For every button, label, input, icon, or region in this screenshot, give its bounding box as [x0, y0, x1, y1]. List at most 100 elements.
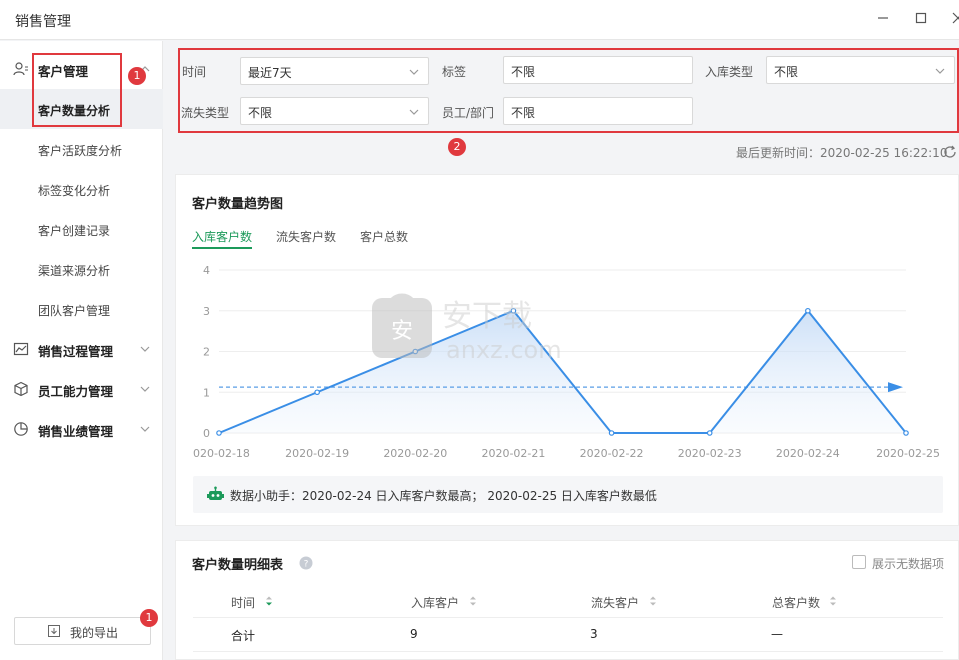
chevron-down-icon — [140, 386, 150, 392]
churn-type-filter-label: 流失类型 — [181, 106, 230, 120]
y-tick-label: 3 — [203, 305, 210, 318]
tag-filter-label: 标签 — [442, 65, 467, 79]
minimize-icon — [878, 17, 888, 19]
show-empty-checkbox[interactable] — [852, 555, 866, 569]
tab-stock-customers[interactable]: 入库客户数 — [192, 228, 252, 245]
sidebar-item-customer-activity[interactable]: 客户活跃度分析 — [0, 129, 163, 169]
x-tick-label: 2020-02-20 — [383, 447, 447, 460]
pie-icon — [14, 422, 28, 436]
user-icon — [13, 62, 28, 76]
svg-text:安下载: 安下载 — [442, 299, 532, 334]
column-header-total[interactable]: 总客户数 — [772, 594, 820, 611]
close-button[interactable] — [948, 10, 959, 30]
active-tab-indicator — [192, 247, 252, 249]
data-point — [706, 430, 713, 436]
tag-input-value: 不限 — [511, 65, 536, 79]
churn-type-select[interactable]: 不限 — [240, 97, 429, 125]
minimize-button[interactable] — [873, 10, 893, 30]
sidebar-item-label: 标签变化分析 — [38, 184, 111, 198]
table-header: 时间 入库客户 流失客户 总客户数 — [193, 585, 943, 618]
sidebar-item-team-customer[interactable]: 团队客户管理 — [0, 289, 163, 329]
refresh-icon[interactable] — [942, 144, 958, 160]
sidebar-group-label: 员工能力管理 — [38, 384, 114, 399]
chevron-down-icon — [140, 426, 150, 432]
x-tick-label: 2020-02-23 — [678, 447, 742, 460]
x-tick-label: 020-02-18 — [193, 447, 250, 460]
maximize-button[interactable] — [911, 10, 931, 30]
data-assistant-hint: 数据小助手：2020-02-24 日入库客户数最高； 2020-02-25 日入… — [193, 476, 943, 513]
x-tick-label: 2020-02-25 — [876, 447, 940, 460]
sort-icon[interactable] — [469, 595, 477, 607]
chevron-down-icon — [935, 68, 945, 74]
x-tick-label: 2020-02-21 — [481, 447, 545, 460]
sidebar-item-label: 客户活跃度分析 — [38, 144, 123, 158]
watermark-logo: 安 安下载 anxz.com — [372, 293, 562, 364]
y-tick-label: 2 — [203, 346, 210, 359]
y-tick-label: 0 — [203, 427, 210, 440]
svg-text:?: ? — [304, 560, 309, 570]
sidebar-item-tag-change[interactable]: 标签变化分析 — [0, 169, 163, 209]
cell-total: — — [771, 627, 783, 641]
help-icon[interactable]: ? — [299, 556, 313, 570]
last-updated-text: 最后更新时间：2020-02-25 16:22:10 — [736, 146, 948, 160]
sort-active-icon[interactable] — [265, 595, 273, 607]
staff-filter-label: 员工/部门 — [442, 106, 495, 120]
y-tick-label: 1 — [203, 386, 210, 399]
sidebar-group-label: 销售业绩管理 — [38, 424, 114, 439]
time-select[interactable]: 最近7天 — [240, 57, 429, 85]
svg-text:anxz.com: anxz.com — [446, 336, 562, 364]
sidebar-group-sales-process[interactable]: 销售过程管理 — [0, 329, 163, 369]
svg-text:安: 安 — [391, 319, 413, 344]
y-tick-label: 4 — [203, 264, 210, 277]
stock-type-filter-label: 入库类型 — [705, 65, 754, 79]
close-icon — [952, 12, 959, 24]
cell-time: 合计 — [231, 629, 256, 643]
annotation-badge-1: 1 — [128, 67, 146, 85]
robot-icon — [207, 486, 224, 500]
column-header-time[interactable]: 时间 — [231, 594, 255, 611]
sidebar-item-channel-source[interactable]: 渠道来源分析 — [0, 249, 163, 289]
data-point — [216, 430, 222, 436]
maximize-icon — [915, 12, 927, 24]
column-header-churn[interactable]: 流失客户 — [591, 594, 639, 611]
annotation-box-sidebar — [32, 53, 122, 127]
tag-input[interactable]: 不限 — [503, 56, 693, 84]
hint-text: 数据小助手：2020-02-24 日入库客户数最高； 2020-02-25 日入… — [230, 489, 657, 503]
annotation-badge-export: 1 — [140, 609, 158, 627]
chart-card-title: 客户数量趋势图 — [192, 197, 284, 212]
data-point — [314, 389, 320, 396]
export-label: 我的导出 — [70, 626, 119, 640]
chevron-down-icon — [409, 69, 419, 75]
title-bar: 销售管理 — [0, 0, 959, 40]
data-point — [903, 430, 909, 436]
chevron-down-icon — [140, 346, 150, 352]
tab-total-customers[interactable]: 客户总数 — [360, 228, 408, 245]
cube-icon — [14, 381, 28, 397]
chevron-down-icon — [409, 109, 419, 115]
sort-icon[interactable] — [649, 595, 657, 607]
sidebar-item-customer-creation[interactable]: 客户创建记录 — [0, 209, 163, 249]
column-header-stock[interactable]: 入库客户 — [411, 594, 459, 611]
sidebar-group-sales-performance[interactable]: 销售业绩管理 — [0, 409, 163, 449]
show-empty-label: 展示无数据项 — [872, 557, 945, 571]
window-title: 销售管理 — [15, 14, 71, 30]
cell-churn: 3 — [590, 627, 598, 641]
sidebar: 客户管理 客户数量分析 客户活跃度分析 标签变化分析 客户创建记录 渠道来源分析… — [0, 41, 163, 660]
sidebar-group-staff-ability[interactable]: 员工能力管理 — [0, 369, 163, 409]
table-card-title: 客户数量明细表 — [192, 558, 284, 573]
staff-input[interactable]: 不限 — [503, 97, 693, 125]
sidebar-item-label: 渠道来源分析 — [38, 264, 111, 278]
tab-churn-customers[interactable]: 流失客户数 — [276, 228, 336, 245]
average-line-arrow — [888, 382, 903, 393]
sidebar-group-label: 销售过程管理 — [38, 344, 114, 359]
my-export-button[interactable]: 我的导出 — [14, 617, 151, 645]
sort-icon[interactable] — [829, 595, 837, 607]
sidebar-item-label: 客户创建记录 — [38, 224, 111, 238]
stock-type-select[interactable]: 不限 — [766, 56, 955, 84]
time-filter-label: 时间 — [182, 65, 207, 79]
x-tick-label: 2020-02-24 — [776, 447, 840, 460]
staff-input-value: 不限 — [511, 106, 536, 120]
data-point — [608, 430, 615, 436]
download-icon — [48, 625, 60, 637]
time-select-value: 最近7天 — [248, 66, 292, 80]
